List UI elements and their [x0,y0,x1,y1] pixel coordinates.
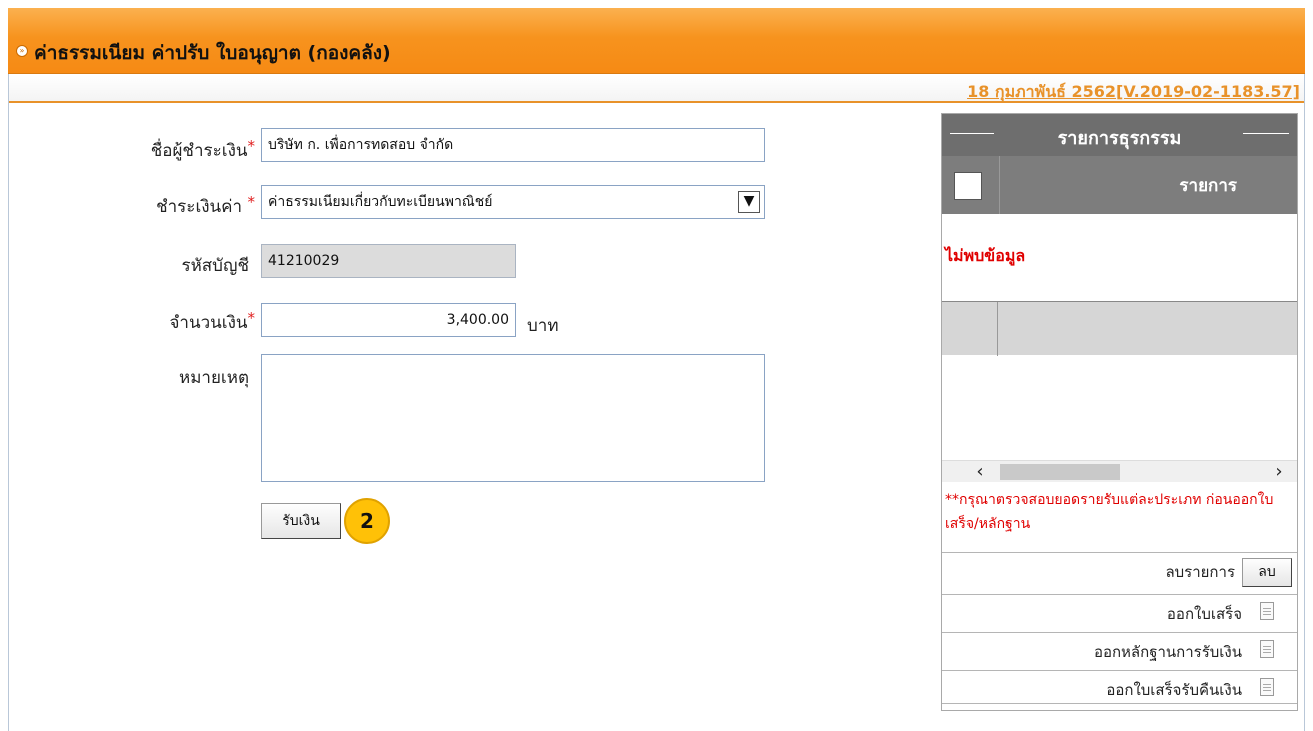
pay-for-label: ชำระเงินค่า * [156,193,256,217]
amount-unit: บาท [527,316,559,336]
action-row-proof[interactable]: ออกหลักฐานการรับเงิน [942,632,1297,666]
pay-for-selected-value: ค่าธรรมเนียมเกี่ยวกับทะเบียนพาณิชย์ [268,194,493,210]
delete-row: ลบรายการ ลบ [942,552,1297,587]
table-header: รายการ [942,156,1297,214]
table-footer [942,301,1297,356]
scroll-right-icon[interactable]: › [1261,461,1297,483]
pay-for-select[interactable]: ค่าธรรมเนียมเกี่ยวกับทะเบียนพาณิชย์ ▼ [261,185,765,219]
page-title: ค่าธรรมเนียม ค่าปรับ ใบอนุญาต (กองคลัง) [34,42,391,64]
no-data-message: ไม่พบข้อมูล [945,246,1026,265]
required-mark: * [247,193,256,211]
panel-header: รายการธุรกรรม [942,114,1297,156]
scroll-left-icon[interactable]: ‹ [962,461,998,483]
version-strip: 18 กุมภาพันธ์ 2562[V.2019-02-1183.57] [9,75,1304,103]
required-mark: * [247,309,256,327]
action-row-refund[interactable]: ออกใบเสร็จรับคืนเงิน [942,670,1297,704]
step-badge: 2 [344,498,390,544]
account-label: รหัสบัญชี [181,256,249,276]
document-icon[interactable] [1260,678,1274,696]
version-link[interactable]: 18 กุมภาพันธ์ 2562[V.2019-02-1183.57] [967,80,1300,105]
transaction-panel: รายการธุรกรรม รายการ ไม่พบข้อมูล ‹ › **ก… [941,113,1298,711]
remark-label: หมายเหตุ [179,368,249,388]
payer-input[interactable]: บริษัท ก. เพื่อการทดสอบ จำกัด [261,128,765,162]
check-note: **กรุณาตรวจสอบยอดรายรับแต่ละประเภท ก่อนอ… [945,492,1274,532]
page-header: » ค่าธรรมเนียม ค่าปรับ ใบอนุญาต (กองคลัง… [8,8,1305,74]
action-row-receipt[interactable]: ออกใบเสร็จ [942,594,1297,628]
document-icon[interactable] [1260,640,1274,658]
payer-label: ชื่อผู้ชำระเงิน* [150,137,256,161]
header-bullet-icon: » [16,45,28,57]
divider [999,156,1000,214]
select-all-checkbox[interactable] [954,172,982,200]
delete-button[interactable]: ลบ [1242,558,1292,587]
remark-textarea[interactable] [261,354,765,482]
horizontal-scrollbar[interactable]: ‹ › [942,460,1297,482]
scroll-thumb[interactable] [1000,464,1120,480]
amount-input[interactable]: 3,400.00 [261,303,516,337]
receive-money-button[interactable]: รับเงิน [261,503,341,539]
action-label[interactable]: ออกหลักฐานการรับเงิน [1094,640,1242,664]
delete-label: ลบรายการ [1165,563,1235,581]
document-icon[interactable] [1260,602,1274,620]
divider [997,302,998,356]
action-label[interactable]: ออกใบเสร็จ [1167,602,1242,626]
action-label[interactable]: ออกใบเสร็จรับคืนเงิน [1106,678,1242,702]
panel-title: รายการธุรกรรม [1057,128,1182,149]
chevron-down-icon[interactable]: ▼ [738,191,760,213]
column-header-items: รายการ [1179,176,1237,196]
account-field: 41210029 [261,244,516,278]
required-mark: * [247,137,256,155]
amount-label: จำนวนเงิน* [169,309,256,333]
